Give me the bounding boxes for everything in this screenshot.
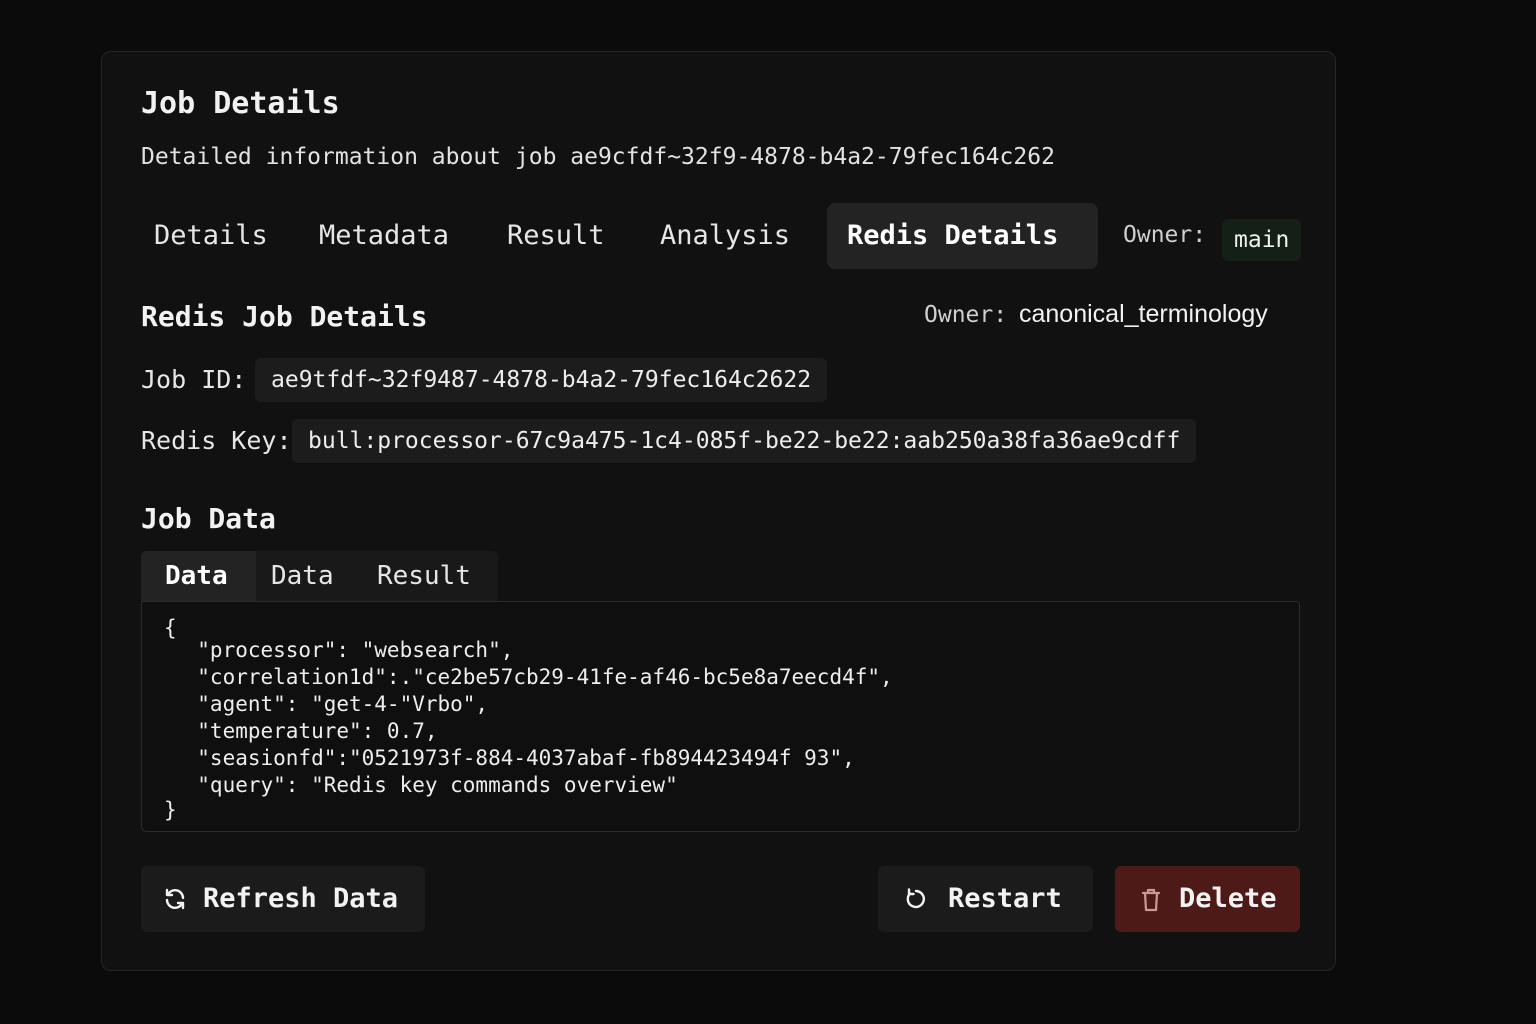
code-line: "seasionfd":"0521973f-884-4037abaf-fb894…: [172, 746, 855, 770]
page-subtitle: Detailed information about job ae9cfdf~3…: [141, 144, 1055, 170]
job-data-title: Job Data: [141, 502, 276, 535]
redis-key-label: Redis Key:: [141, 426, 292, 455]
subtab-data-active[interactable]: Data: [141, 551, 256, 601]
tab-metadata[interactable]: Metadata: [307, 203, 461, 269]
code-line: "query": "Redis key commands overview": [172, 773, 678, 797]
tab-details[interactable]: Details: [142, 203, 280, 269]
restart-icon: [906, 888, 925, 909]
refresh-data-label: Refresh Data: [203, 883, 399, 914]
job-details-card: Job Details Detailed information about j…: [101, 51, 1336, 971]
restart-label: Restart: [948, 883, 1062, 914]
owner-label: Owner:: [1123, 222, 1207, 248]
owner-badge: main: [1222, 219, 1302, 261]
tab-redis-details[interactable]: Redis Details: [827, 203, 1098, 269]
code-line: "correlation1d":."ce2be57cb29-41fe-af46-…: [172, 665, 893, 689]
code-line: "temperature": 0.7,: [172, 719, 438, 743]
job-id-value: ae9tfdf~32f9487-4878-b4a2-79fec164c2622: [255, 358, 828, 402]
code-line: "agent": "get-4-"Vrbo",: [172, 692, 489, 716]
delete-label: Delete: [1179, 883, 1277, 914]
refresh-data-button[interactable]: Refresh Data: [141, 866, 425, 932]
redis-owner-value: canonical_terminology: [1019, 300, 1268, 328]
code-line: {: [164, 616, 177, 640]
redis-key-value: bull:processor-67c9a475-1c4-085f-be22-be…: [292, 419, 1197, 463]
subtab-result[interactable]: Result: [377, 551, 471, 601]
job-data-tabs: Data Data Result: [141, 551, 498, 601]
page-title: Job Details: [141, 86, 340, 121]
subtab-data[interactable]: Data: [271, 551, 334, 601]
delete-button[interactable]: Delete: [1115, 866, 1300, 932]
refresh-icon: [165, 888, 185, 910]
redis-job-details-title: Redis Job Details: [141, 300, 428, 333]
redis-owner-label: Owner:: [924, 302, 1008, 328]
restart-button[interactable]: Restart: [878, 866, 1093, 932]
job-data-code-block: { "processor": "websearch", "correlation…: [141, 601, 1300, 832]
job-id-label: Job ID:: [141, 365, 247, 394]
tab-analysis[interactable]: Analysis: [648, 203, 802, 269]
code-line: }: [164, 798, 177, 822]
tab-result[interactable]: Result: [495, 203, 617, 269]
code-line: "processor": "websearch",: [172, 638, 514, 662]
trash-icon: [1141, 888, 1161, 912]
